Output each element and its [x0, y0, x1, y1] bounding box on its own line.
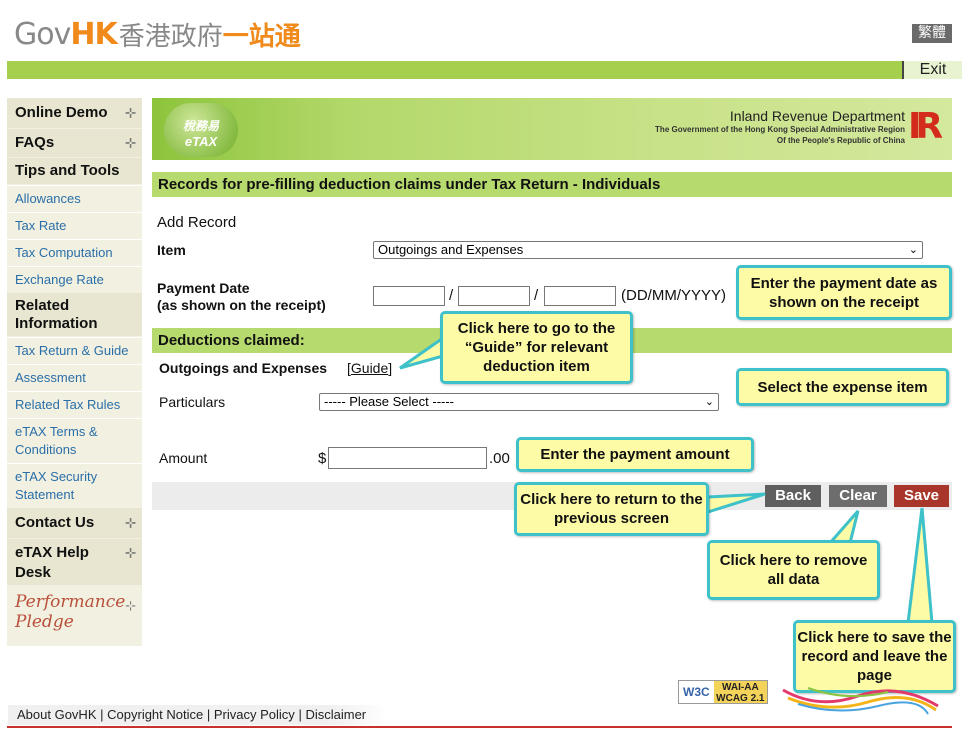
footer-privacy-link[interactable]: Privacy Policy — [214, 707, 295, 722]
footer-separator: | — [206, 707, 211, 722]
footer-divider — [7, 726, 952, 728]
wcag-text: WAI-AA WCAG 2.1 — [713, 681, 767, 704]
brand-hk-dragon-icon — [782, 687, 939, 715]
wai-text: WAI-AA — [722, 682, 759, 693]
wcag-badge[interactable]: W3C WAI-AA WCAG 2.1 — [678, 680, 768, 704]
footer-separator: | — [298, 707, 302, 722]
footer-links: About GovHK | Copyright Notice | Privacy… — [8, 705, 389, 725]
footer-separator: | — [100, 707, 104, 722]
callout-payment-date: Enter the payment date as shown on the r… — [736, 265, 952, 320]
callout-amount: Enter the payment amount — [516, 437, 754, 472]
wcag-version: WCAG 2.1 — [716, 693, 765, 704]
footer-disclaimer-link[interactable]: Disclaimer — [305, 707, 366, 722]
footer-about-link[interactable]: About GovHK — [17, 707, 97, 722]
callout-expense: Select the expense item — [736, 368, 949, 406]
w3c-logo: W3C — [679, 685, 714, 699]
callout-back: Click here to return to the previous scr… — [514, 482, 709, 536]
footer-copyright-link[interactable]: Copyright Notice — [107, 707, 203, 722]
callout-guide: Click here to go to the “Guide” for rele… — [440, 311, 633, 384]
callout-clear: Click here to remove all data — [707, 540, 880, 600]
